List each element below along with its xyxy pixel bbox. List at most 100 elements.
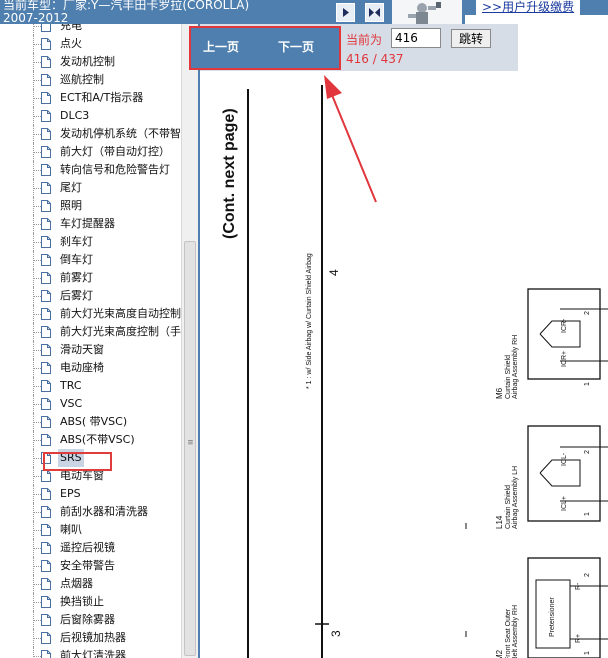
sidebar-item-label: 尾灯 <box>60 181 82 194</box>
sidebar-item[interactable]: 滑动天窗 <box>0 341 181 359</box>
prev-page-button[interactable]: 上一页 <box>203 38 239 55</box>
sidebar-item[interactable]: 电动座椅 <box>0 359 181 377</box>
sidebar-item[interactable]: ABS(不带VSC) <box>0 431 181 449</box>
sidebar-item[interactable]: 照明 <box>0 197 181 215</box>
car-model-line2: 2007-2012 <box>3 11 69 25</box>
next-page-button[interactable]: 下一页 <box>278 38 314 55</box>
sidebar-item[interactable]: 充电 <box>0 24 181 35</box>
top-bar: 当前车型：厂家:Y—汽丰田卡罗拉(COROLLA) 2007-2012 >>用户… <box>0 0 608 25</box>
tree-connector-branch <box>34 260 41 261</box>
document-icon <box>41 218 51 230</box>
sidebar-item[interactable]: VSC <box>0 395 181 413</box>
sidebar-item[interactable]: 换挡锁止 <box>0 593 181 611</box>
sidebar-item[interactable]: 前大灯（带自动灯控） <box>0 143 181 161</box>
go-button[interactable]: 跳转 <box>451 29 491 48</box>
m6-ref: M6 <box>495 387 504 399</box>
document-icon <box>41 470 51 482</box>
document-icon <box>41 542 51 554</box>
l14-ref: L14 <box>495 515 504 529</box>
sidebar-item[interactable]: 发动机控制 <box>0 53 181 71</box>
sidebar-item[interactable]: TRC <box>0 377 181 395</box>
sidebar-item-label: ECT和A/T指示器 <box>60 91 144 104</box>
document-icon <box>41 128 51 140</box>
sidebar-item[interactable]: ABS( 带VSC) <box>0 413 181 431</box>
sidebar-item[interactable]: 前大灯光束高度自动控制 <box>0 305 181 323</box>
document-icon <box>41 164 51 176</box>
sidebar-item[interactable]: 后窗除雾器 <box>0 611 181 629</box>
sidebar-item-label: 前大灯光束高度控制（手 <box>60 325 181 338</box>
document-icon <box>41 272 51 284</box>
sidebar-item[interactable]: 前雾灯 <box>0 269 181 287</box>
sidebar-item[interactable]: 前大灯清洗器 <box>0 647 181 658</box>
sidebar-item[interactable]: 前刮水器和清洗器 <box>0 503 181 521</box>
scrollbar-thumb[interactable]: ≡ <box>184 241 196 656</box>
tree-connector-branch <box>34 494 41 495</box>
user-upgrade-link[interactable]: >>用户升级缴费 <box>476 0 581 15</box>
document-icon <box>41 38 51 50</box>
sidebar-item-label: 刹车灯 <box>60 235 93 248</box>
m2-pin-r-plus: R+ <box>575 633 582 643</box>
sidebar-item-label: 转向信号和危险警告灯 <box>60 163 170 176</box>
l14-name: Curtain Shield Airbag Assembly LH <box>505 465 519 529</box>
tree-connector-branch <box>34 206 41 207</box>
wire-label-3: 3 <box>329 630 343 637</box>
tree-connector-branch <box>34 116 41 117</box>
sidebar-item[interactable]: DLC3 <box>0 107 181 125</box>
sidebar-item-label: 前雾灯 <box>60 271 93 284</box>
sidebar-item-label: VSC <box>60 397 83 410</box>
m6-name: Curtain Shield Airbag Assembly RH <box>505 334 519 399</box>
tree-connector-branch <box>34 80 41 81</box>
sidebar-item[interactable]: 前大灯光束高度控制（手 <box>0 323 181 341</box>
sidebar-item[interactable]: 刹车灯 <box>0 233 181 251</box>
document-icon <box>41 434 51 446</box>
document-icon <box>41 182 51 194</box>
m2-pin-2: 2 <box>584 573 591 577</box>
sidebar-item-label: 倒车灯 <box>60 253 93 266</box>
sidebar-item-label: ABS(不带VSC) <box>60 433 135 446</box>
sidebar-item[interactable]: 后视镜加热器 <box>0 629 181 647</box>
sidebar-item[interactable]: 倒车灯 <box>0 251 181 269</box>
sidebar-item-label: 巡航控制 <box>60 73 104 86</box>
expand-button[interactable] <box>365 3 384 22</box>
sidebar-item-label: 滑动天窗 <box>60 343 104 356</box>
sidebar-item-label: 后雾灯 <box>60 289 93 302</box>
document-icon <box>41 596 51 608</box>
sidebar-item[interactable]: 转向信号和危险警告灯 <box>0 161 181 179</box>
document-icon <box>41 524 51 536</box>
sidebar-item-label: 喇叭 <box>60 523 82 536</box>
sidebar-item[interactable]: 安全带警告 <box>0 557 181 575</box>
document-icon <box>41 254 51 266</box>
sidebar-item[interactable]: EPS <box>0 485 181 503</box>
sidebar-item[interactable]: 遥控后视镜 <box>0 539 181 557</box>
sidebar-scrollbar[interactable]: ≡ <box>181 24 198 658</box>
current-page-label: 当前为 <box>346 33 383 47</box>
l14-pin-2: 2 <box>584 450 591 454</box>
window-mode-button[interactable] <box>336 3 355 22</box>
arrow-right-icon <box>343 8 349 17</box>
document-icon <box>41 560 51 572</box>
tree-connector-branch <box>34 386 41 387</box>
m6-pin-1: 1 <box>584 382 591 386</box>
document-icon <box>41 506 51 518</box>
document-icon <box>41 632 51 644</box>
m2-pin-r-minus: R- <box>575 582 582 590</box>
sidebar-item[interactable]: 后雾灯 <box>0 287 181 305</box>
sidebar-item[interactable]: 点烟器 <box>0 575 181 593</box>
sidebar-item-label: 点烟器 <box>60 577 93 590</box>
upgrade-banner-bg <box>465 15 608 24</box>
sidebar-item[interactable]: 车灯提醒器 <box>0 215 181 233</box>
document-icon <box>41 146 51 158</box>
tree-connector-branch <box>34 512 41 513</box>
sidebar-item[interactable]: 喇叭 <box>0 521 181 539</box>
sidebar-item-label: ABS( 带VSC) <box>60 415 128 428</box>
sidebar-item[interactable]: 发动机停机系统（不带智 <box>0 125 181 143</box>
page-number-input[interactable] <box>391 28 441 48</box>
document-icon <box>41 380 51 392</box>
document-icon <box>41 74 51 86</box>
sidebar-item[interactable]: 尾灯 <box>0 179 181 197</box>
sidebar-item[interactable]: 点火 <box>0 35 181 53</box>
document-icon <box>41 326 51 338</box>
l14-pin-1: 1 <box>584 512 591 516</box>
sidebar-item[interactable]: ECT和A/T指示器 <box>0 89 181 107</box>
sidebar-item[interactable]: 巡航控制 <box>0 71 181 89</box>
